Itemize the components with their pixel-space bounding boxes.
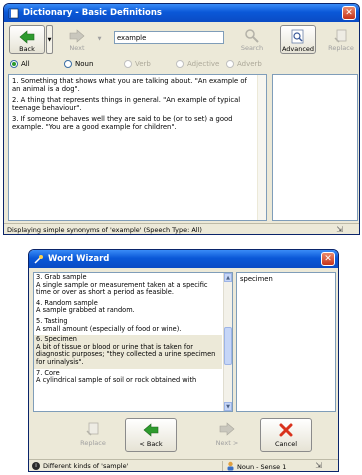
definition-item: 2. A thing that represents things in gen…: [12, 96, 241, 112]
back-arrow-icon: [19, 29, 35, 45]
info-icon: i: [32, 462, 40, 470]
definition-item: 1. Something that shows what you are tal…: [12, 77, 247, 93]
radio-adjective[interactable]: Adjective: [176, 60, 219, 68]
chevron-down-icon: ▼: [97, 36, 102, 42]
list-item[interactable]: specimen: [240, 275, 332, 283]
back-button[interactable]: Back: [9, 25, 45, 54]
radio-all[interactable]: All: [10, 60, 30, 68]
cancel-x-icon: [278, 422, 294, 438]
radio-noun[interactable]: Noun: [64, 60, 93, 68]
wizard-synonyms-list[interactable]: specimen: [236, 272, 336, 412]
list-item[interactable]: 7. Core A cylindrical sample of soil or …: [34, 369, 222, 387]
back-history-dropdown[interactable]: ▼: [46, 25, 53, 54]
scroll-thumb[interactable]: [224, 327, 232, 365]
list-item[interactable]: 3. Grab sample A single sample or measur…: [34, 273, 222, 299]
dictionary-statusbar: Displaying simple synonyms of 'example' …: [4, 223, 359, 234]
cancel-button[interactable]: Cancel: [260, 418, 312, 452]
next-arrow-icon: [219, 421, 235, 437]
resize-grip-icon[interactable]: ⇲: [336, 225, 343, 234]
radio-verb[interactable]: Verb: [124, 60, 151, 68]
resize-grip-icon[interactable]: ⇲: [315, 461, 322, 470]
definitions-pane[interactable]: 1. Something that shows what you are tal…: [8, 74, 267, 221]
word-wizard-titlebar[interactable]: Word Wizard ✕: [29, 250, 338, 268]
next-button[interactable]: Next: [59, 25, 95, 54]
advanced-button[interactable]: Advanced: [280, 25, 316, 54]
part-of-speech-filter: All Noun Verb Adjective Adverb: [4, 59, 359, 71]
definitions-scrollbar[interactable]: [257, 75, 266, 220]
next-history-dropdown[interactable]: ▼: [96, 32, 103, 46]
status-text-right: Noun - Sense 1: [237, 463, 287, 471]
word-wizard-title: Word Wizard: [48, 254, 110, 264]
scroll-down-icon[interactable]: ▼: [224, 402, 232, 411]
close-button[interactable]: ✕: [321, 252, 335, 266]
wizard-back-button[interactable]: < Back: [125, 418, 177, 452]
wizard-statusbar: i Different kinds of 'sample' Noun - Sen…: [29, 459, 338, 471]
close-button[interactable]: ✕: [342, 6, 356, 20]
search-input[interactable]: [114, 31, 224, 44]
wizard-icon: [33, 254, 44, 265]
replace-icon: [333, 28, 349, 44]
list-item-selected[interactable]: 6. Specimen A bit of tissue or blood or …: [34, 335, 222, 369]
dictionary-toolbar: Back ▼ Next ▼ Search Advanced: [4, 22, 359, 56]
replace-button[interactable]: Replace: [323, 25, 359, 54]
radio-adverb[interactable]: Adverb: [226, 60, 262, 68]
search-button[interactable]: Search: [234, 25, 270, 54]
replace-button[interactable]: Replace: [69, 418, 117, 452]
person-icon: [226, 461, 235, 471]
senses-list[interactable]: 3. Grab sample A single sample or measur…: [33, 272, 233, 412]
status-text-left: Different kinds of 'sample': [43, 462, 129, 470]
sense-status: Noun - Sense 1: [222, 461, 287, 471]
back-arrow-icon: [143, 422, 159, 438]
word-wizard-window: Word Wizard ✕ 3. Grab sample A single sa…: [28, 249, 339, 472]
book-icon: [8, 8, 19, 19]
next-arrow-icon: [69, 28, 85, 44]
definition-item: 3. If someone behaves well they are said…: [12, 115, 233, 131]
search-icon: [244, 28, 260, 44]
senses-scrollbar[interactable]: ▲ ▼: [223, 273, 232, 411]
wizard-next-button[interactable]: Next >: [201, 418, 253, 452]
scroll-up-icon[interactable]: ▲: [224, 273, 232, 282]
chevron-down-icon: ▼: [47, 36, 52, 43]
replace-icon: [85, 421, 101, 437]
dictionary-title: Dictionary - Basic Definitions: [23, 8, 162, 18]
dictionary-window: Dictionary - Basic Definitions ✕ Back ▼ …: [3, 3, 360, 235]
dictionary-titlebar[interactable]: Dictionary - Basic Definitions ✕: [4, 4, 359, 22]
status-text: Displaying simple synonyms of 'example' …: [7, 225, 202, 234]
list-item[interactable]: 5. Tasting A small amount (especially of…: [34, 317, 222, 335]
advanced-search-icon: [290, 29, 306, 45]
synonyms-pane[interactable]: [272, 74, 358, 221]
list-item[interactable]: 4. Random sample A sample grabbed at ran…: [34, 299, 222, 317]
